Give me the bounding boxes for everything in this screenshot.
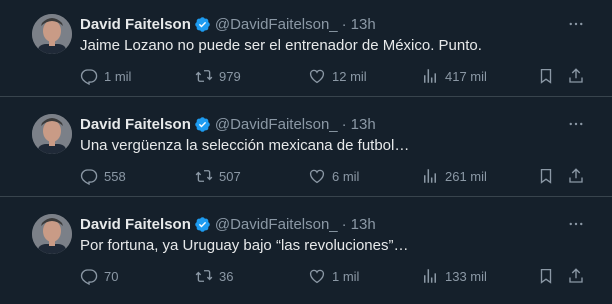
like-icon [309,169,325,184]
views-button[interactable]: 133 mil [421,266,487,286]
retweet-count: 36 [219,268,234,284]
separator-dot: · [341,215,347,233]
author-handle[interactable]: @DavidFaitelson_ [215,116,338,133]
like-count: 12 mil [332,68,367,84]
tweet-actions: 558 507 6 mil 261 mil [80,166,600,186]
author-handle[interactable]: @DavidFaitelson_ [215,216,338,233]
reply-icon [80,169,98,185]
views-count: 261 mil [445,168,487,184]
separator-dot: · [341,115,347,133]
tweet-feed: David Faitelson @DavidFaitelson_ · 13h J… [0,0,612,304]
retweet-button[interactable]: 36 [195,266,233,286]
reply-button[interactable]: 558 [80,166,126,186]
timestamp[interactable]: 13h [351,16,376,33]
separator-dot: · [341,15,347,33]
bookmark-icon[interactable] [536,166,556,186]
more-icon[interactable] [566,14,586,34]
avatar[interactable] [32,114,72,154]
reply-icon [80,69,98,85]
like-icon [309,69,325,84]
tweet-header: David Faitelson @DavidFaitelson_ · 13h [80,114,376,134]
verified-badge-icon [194,16,211,33]
author-name[interactable]: David Faitelson [80,216,191,233]
like-button[interactable]: 6 mil [308,166,359,186]
author-name[interactable]: David Faitelson [80,16,191,33]
more-icon[interactable] [566,114,586,134]
views-icon [424,69,436,83]
like-icon [309,269,325,284]
retweet-count: 979 [219,68,241,84]
reply-count: 1 mil [104,68,132,84]
tweet-actions: 70 36 1 mil 133 mil [80,266,600,286]
avatar[interactable] [32,214,72,254]
tweet-actions: 1 mil 979 12 mil 417 mil [80,66,600,86]
reply-icon [80,269,98,285]
tweet[interactable]: David Faitelson @DavidFaitelson_ · 13h J… [0,0,612,97]
tweet-header: David Faitelson @DavidFaitelson_ · 13h [80,14,376,34]
more-icon[interactable] [566,214,586,234]
timestamp[interactable]: 13h [351,216,376,233]
views-button[interactable]: 261 mil [421,166,487,186]
retweet-button[interactable]: 507 [195,166,241,186]
retweet-count: 507 [219,168,241,184]
tweet[interactable]: David Faitelson @DavidFaitelson_ · 13h P… [0,200,612,297]
views-button[interactable]: 417 mil [421,66,487,86]
tweet-text: Jaime Lozano no puede ser el entrenador … [80,37,482,54]
bookmark-icon[interactable] [536,266,556,286]
retweet-icon [195,170,213,182]
verified-badge-icon [194,216,211,233]
author-handle[interactable]: @DavidFaitelson_ [215,16,338,33]
retweet-icon [195,270,213,282]
views-icon [424,269,436,283]
like-count: 6 mil [332,168,360,184]
timestamp[interactable]: 13h [351,116,376,133]
like-button[interactable]: 12 mil [308,66,367,86]
reply-count: 558 [104,168,126,184]
avatar[interactable] [32,14,72,54]
reply-count: 70 [104,268,119,284]
share-icon[interactable] [566,266,586,286]
tweet-header: David Faitelson @DavidFaitelson_ · 13h [80,214,376,234]
views-count: 417 mil [445,68,487,84]
views-count: 133 mil [445,268,487,284]
tweet-text: Una vergüenza la selección mexicana de f… [80,137,410,154]
reply-button[interactable]: 70 [80,266,118,286]
tweet-text: Por fortuna, ya Uruguay bajo “las revolu… [80,237,409,254]
retweet-icon [195,70,213,82]
share-icon[interactable] [566,166,586,186]
retweet-button[interactable]: 979 [195,66,241,86]
share-icon[interactable] [566,66,586,86]
verified-badge-icon [194,116,211,133]
author-name[interactable]: David Faitelson [80,116,191,133]
like-count: 1 mil [332,268,360,284]
reply-button[interactable]: 1 mil [80,66,131,86]
tweet[interactable]: David Faitelson @DavidFaitelson_ · 13h U… [0,100,612,197]
bookmark-icon[interactable] [536,66,556,86]
like-button[interactable]: 1 mil [308,266,359,286]
views-icon [424,169,436,183]
